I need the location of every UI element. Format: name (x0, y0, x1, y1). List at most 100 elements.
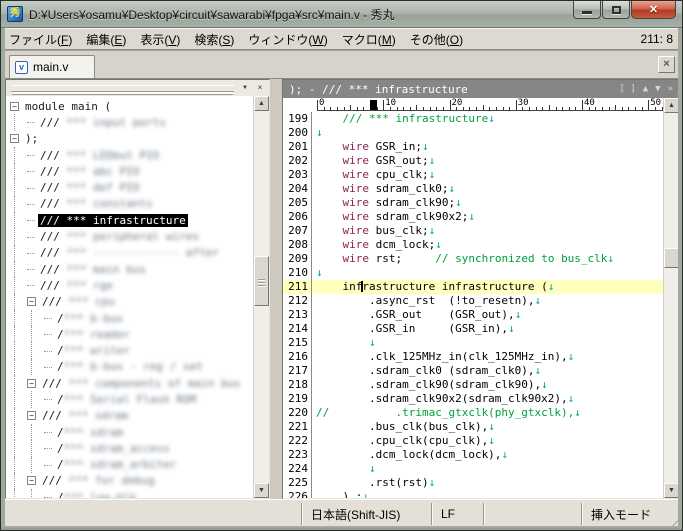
outline-item[interactable]: /*** sdram_access (10, 440, 269, 456)
app-icon: 秀 (7, 6, 23, 22)
outline-item[interactable]: /*** sdram_arbiter (10, 457, 269, 473)
code-line[interactable]: 221 .bus_clk(bus_clk),↓ (283, 420, 663, 434)
main-area: ▼ × −module main (/// *** input ports−);… (5, 79, 680, 499)
code-line[interactable]: 220// .trimac_gtxclk(phy_gtxclk),↓ (283, 406, 663, 420)
menu-item[interactable]: その他(O) (403, 29, 470, 50)
scroll-up-icon[interactable]: ▲ (254, 96, 269, 111)
menu-item[interactable]: 表示(V) (133, 29, 187, 50)
chevrons-icon[interactable]: » (668, 84, 673, 94)
outline-item[interactable]: −/// *** cpu (10, 294, 269, 310)
line-number: 215 (283, 336, 312, 350)
newline-mark: ↓ (468, 210, 475, 223)
outline-item[interactable]: /// *** abc PIO (10, 163, 269, 179)
menu-item[interactable]: 検索(S) (187, 29, 241, 50)
outline-item[interactable]: −module main ( (10, 98, 269, 114)
newline-mark: ↓ (455, 196, 462, 209)
code-line[interactable]: 206 wire sdram_clk90x2;↓ (283, 210, 663, 224)
expander-minus-icon[interactable]: − (10, 134, 19, 143)
outline-item[interactable]: /// *** rge (10, 277, 269, 293)
maximize-button[interactable] (602, 1, 630, 19)
outline-item[interactable]: −/// *** for debug (10, 473, 269, 489)
expander-minus-icon[interactable]: − (27, 411, 36, 420)
outline-item[interactable]: /*** b-bus (10, 310, 269, 326)
editor-scrollbar[interactable]: ▲ ▼ (663, 98, 679, 498)
code-line[interactable]: 218 .sdram_clk90(sdram_clk90),↓ (283, 378, 663, 392)
outline-dropdown-icon[interactable]: ▼ (238, 82, 252, 95)
next-heading-icon[interactable]: ▼ (655, 84, 660, 94)
outline-item[interactable]: /// *** infrastructure (10, 212, 269, 228)
editor-scrollbar-thumb[interactable] (664, 248, 679, 268)
outline-item[interactable]: −); (10, 131, 269, 147)
outline-grip[interactable] (11, 85, 234, 92)
line-number: 220 (283, 406, 312, 420)
close-button[interactable]: ✕ (631, 1, 676, 19)
outline-item[interactable]: /// *** constants (10, 196, 269, 212)
menu-item[interactable]: 編集(E) (79, 29, 133, 50)
menu-item[interactable]: マクロ(M) (335, 29, 403, 50)
outline-close-icon[interactable]: × (253, 82, 267, 95)
outline-item[interactable]: /// *** peripheral wires (10, 228, 269, 244)
editor-heading-bar[interactable]: ); - /// *** infrastructure [ ]▲▼» (283, 80, 679, 98)
scroll-down-icon[interactable]: ▼ (254, 483, 269, 498)
outline-scrollbar[interactable]: ▲ ▼ (253, 96, 269, 498)
outline-item[interactable]: /*** b-bus - reg / set (10, 359, 269, 375)
code-line[interactable]: 199 /// *** infrastructure↓ (283, 112, 663, 126)
code-line[interactable]: 224 ↓ (283, 462, 663, 476)
outline-item[interactable]: −/// *** sdram (10, 408, 269, 424)
code-line[interactable]: 208 wire dcm_lock;↓ (283, 238, 663, 252)
code-line[interactable]: 202 wire GSR_out;↓ (283, 154, 663, 168)
code-line[interactable]: 217 .sdram_clk0 (sdram_clk0),↓ (283, 364, 663, 378)
expander-minus-icon[interactable]: − (27, 297, 36, 306)
titlebar[interactable]: 秀 D:¥Users¥osamu¥Desktop¥circuit¥sawarab… (1, 1, 682, 28)
code-line[interactable]: 213 .GSR_out (GSR_out),↓ (283, 308, 663, 322)
code-line[interactable]: 200↓ (283, 126, 663, 140)
expander-minus-icon[interactable]: − (27, 379, 36, 388)
scroll-down-icon[interactable]: ▼ (664, 483, 679, 498)
code-line[interactable]: 214 .GSR_in (GSR_in),↓ (283, 322, 663, 336)
code-line[interactable]: 215 ↓ (283, 336, 663, 350)
minimize-button[interactable] (573, 1, 601, 19)
code-line[interactable]: 203 wire cpu_clk;↓ (283, 168, 663, 182)
outline-item[interactable]: /*** log-blk (10, 489, 269, 498)
code-line[interactable]: 223 .dcm_lock(dcm_lock),↓ (283, 448, 663, 462)
line-number: 206 (283, 210, 312, 224)
code-line[interactable]: 207 wire bus_clk;↓ (283, 224, 663, 238)
tab-close-button[interactable]: × (658, 56, 675, 73)
code-line[interactable]: 210↓ (283, 266, 663, 280)
outline-item[interactable]: −/// *** components of main bus (10, 375, 269, 391)
code-line[interactable]: 211 infrastructure infrastructure (↓ (283, 280, 663, 294)
menu-item[interactable]: ウィンドウ(W) (241, 29, 334, 50)
expander-minus-icon[interactable]: − (27, 476, 36, 485)
outline-item[interactable]: /*** reader (10, 326, 269, 342)
tab-main-v[interactable]: v main.v (9, 55, 95, 78)
code-line[interactable]: 201 wire GSR_in;↓ (283, 140, 663, 154)
code-line[interactable]: 212 .async_rst (!to_resetn),↓ (283, 294, 663, 308)
outline-item[interactable]: /// *** def PIO (10, 179, 269, 195)
outline-pane: ▼ × −module main (/// *** input ports−);… (5, 79, 270, 499)
outline-item[interactable]: /*** writer (10, 342, 269, 358)
outline-item[interactable]: /*** Serial Flash ROM (10, 391, 269, 407)
pane-splitter[interactable] (270, 79, 282, 499)
status-bar: 日本語(Shift-JIS)LF挿入モード (2, 499, 683, 528)
brackets-icon[interactable]: [ ] (619, 84, 635, 94)
outline-item[interactable]: /*** sdram (10, 424, 269, 440)
outline-item[interactable]: /// *** LEDbut PIO (10, 147, 269, 163)
code-line[interactable]: 216 .clk_125MHz_in(clk_125MHz_in),↓ (283, 350, 663, 364)
outline-item[interactable]: /// *** input ports (10, 114, 269, 130)
outline-scrollbar-thumb[interactable] (254, 256, 269, 306)
code-line[interactable]: 209 wire rst; // synchronized to bus_clk… (283, 252, 663, 266)
code-line[interactable]: 204 wire sdram_clk0;↓ (283, 182, 663, 196)
code-line[interactable]: 225 .rst(rst)↓ (283, 476, 663, 490)
code-line[interactable]: 205 wire sdram_clk90;↓ (283, 196, 663, 210)
scroll-up-icon[interactable]: ▲ (664, 98, 679, 113)
code-line[interactable]: 219 .sdram_clk90x2(sdram_clk90x2),↓ (283, 392, 663, 406)
prev-heading-icon[interactable]: ▲ (643, 84, 648, 94)
code-area[interactable]: 199 /// *** infrastructure↓200↓201 wire … (283, 112, 663, 498)
outline-item[interactable]: /// *** ------------- after (10, 245, 269, 261)
code-line[interactable]: 222 .cpu_clk(cpu_clk),↓ (283, 434, 663, 448)
menu-item[interactable]: ファイル(F) (2, 29, 79, 50)
newline-mark: ↓ (501, 448, 508, 461)
outline-item[interactable]: /// *** main bus (10, 261, 269, 277)
code-line[interactable]: 226 ) ;↓ (283, 490, 663, 498)
expander-minus-icon[interactable]: − (10, 102, 19, 111)
